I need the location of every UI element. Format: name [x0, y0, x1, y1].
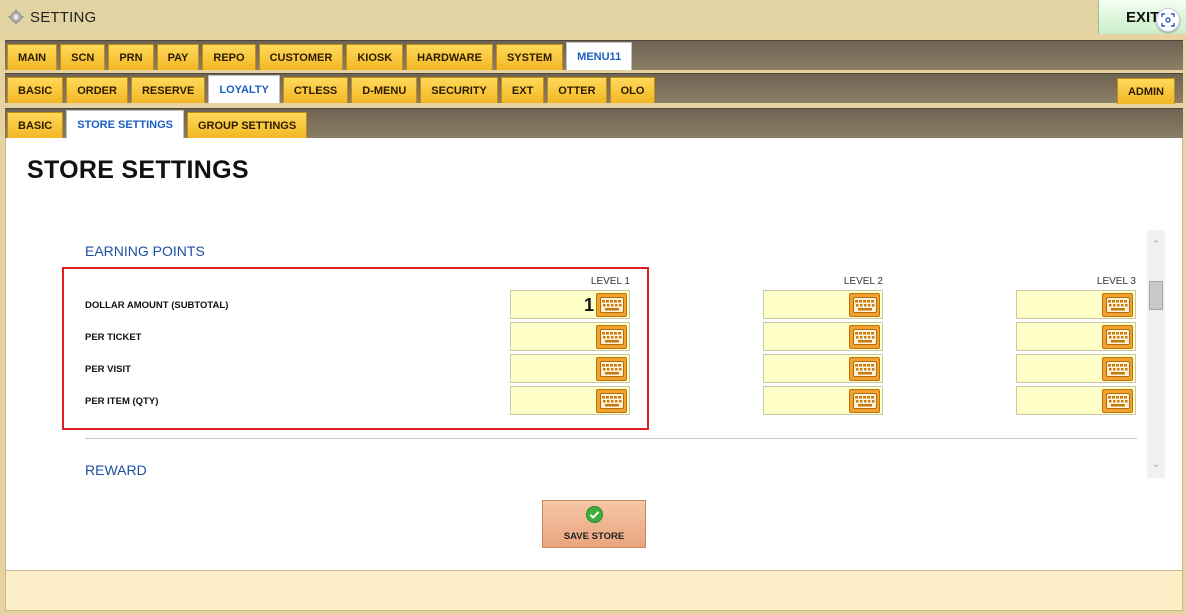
keyboard-icon[interactable] [849, 389, 880, 413]
keyboard-icon[interactable] [1102, 325, 1133, 349]
tab-ext[interactable]: EXT [500, 77, 545, 103]
title-bar: SETTING EXIT [0, 0, 1186, 34]
tab-otter[interactable]: OTTER [547, 77, 607, 103]
page-title: STORE SETTINGS [27, 156, 249, 184]
keyboard-icon[interactable] [1102, 293, 1133, 317]
window-title: SETTING [30, 8, 97, 26]
tab-pay[interactable]: PAY [156, 44, 200, 70]
tab-repo[interactable]: REPO [202, 44, 256, 70]
per-visit-level-3-field[interactable] [1016, 354, 1136, 383]
keyboard-icon[interactable] [849, 293, 880, 317]
dollar-amount-level-2-field[interactable] [763, 290, 883, 319]
earning-points-header: EARNING POINTS [85, 243, 205, 259]
loyalty-tab-bar: BASIC STORE SETTINGS GROUP SETTINGS [5, 108, 1183, 138]
content-panel: STORE SETTINGS EARNING POINTS LEVEL 1 LE… [5, 138, 1183, 570]
dollar-amount-level-3-field[interactable] [1016, 290, 1136, 319]
keyboard-icon[interactable] [1102, 357, 1133, 381]
per-item-level-3-field[interactable] [1016, 386, 1136, 415]
keyboard-icon[interactable] [849, 325, 880, 349]
tab-reserve[interactable]: RESERVE [130, 77, 206, 103]
tab-group-settings[interactable]: GROUP SETTINGS [187, 112, 308, 138]
main-tab-bar: MAIN SCN PRN PAY REPO CUSTOMER KIOSK HAR… [5, 40, 1183, 70]
exit-label: EXIT [1126, 8, 1160, 26]
save-store-button[interactable]: SAVE STORE [542, 500, 646, 548]
tab-main[interactable]: MAIN [7, 44, 58, 70]
tab-security[interactable]: SECURITY [420, 77, 498, 103]
tab-order[interactable]: ORDER [66, 77, 128, 103]
tab-d-menu[interactable]: D-MENU [351, 77, 418, 103]
tab-scn[interactable]: SCN [60, 44, 106, 70]
check-icon [585, 506, 603, 528]
scroll-up-icon[interactable]: ⌃ [1147, 235, 1165, 253]
reward-header: REWARD [85, 462, 147, 478]
scroll-down-icon[interactable]: ⌄ [1147, 454, 1165, 472]
gear-icon [8, 9, 24, 25]
sub-tab-bar: BASIC ORDER RESERVE LOYALTY CTLESS D-MEN… [5, 73, 1183, 104]
tab-menu11[interactable]: MENU11 [566, 42, 633, 70]
keyboard-icon[interactable] [849, 357, 880, 381]
tab-olo[interactable]: OLO [609, 77, 656, 103]
highlight-box [62, 267, 649, 430]
tab-prn[interactable]: PRN [108, 44, 154, 70]
per-ticket-level-3-field[interactable] [1016, 322, 1136, 351]
status-footer [5, 570, 1183, 611]
per-ticket-level-2-field[interactable] [763, 322, 883, 351]
tab-loyalty[interactable]: LOYALTY [208, 75, 280, 103]
tab-kiosk[interactable]: KIOSK [346, 44, 404, 70]
tab-loyalty-basic[interactable]: BASIC [7, 112, 64, 138]
tab-store-settings[interactable]: STORE SETTINGS [66, 110, 184, 138]
scroll-thumb[interactable] [1149, 281, 1163, 310]
tab-hardware[interactable]: HARDWARE [406, 44, 493, 70]
tab-basic[interactable]: BASIC [7, 77, 64, 103]
per-item-level-2-field[interactable] [763, 386, 883, 415]
scrollbar[interactable]: ⌃ ⌄ [1147, 230, 1165, 478]
section-divider [85, 438, 1137, 439]
tab-customer[interactable]: CUSTOMER [258, 44, 344, 70]
save-store-label: SAVE STORE [563, 531, 625, 542]
per-visit-level-2-field[interactable] [763, 354, 883, 383]
tab-system[interactable]: SYSTEM [495, 44, 564, 70]
screenshot-icon[interactable] [1156, 8, 1180, 32]
level-3-label: LEVEL 3 [1096, 276, 1136, 287]
level-2-label: LEVEL 2 [843, 276, 883, 287]
admin-button[interactable]: ADMIN [1116, 78, 1175, 104]
tab-ctless[interactable]: CTLESS [282, 77, 349, 103]
keyboard-icon[interactable] [1102, 389, 1133, 413]
